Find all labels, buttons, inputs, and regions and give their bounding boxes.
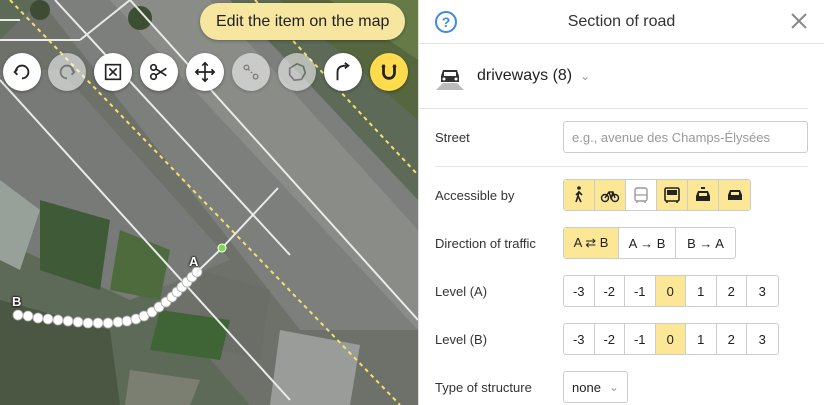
structure-select[interactable]: none ⌄ [563, 371, 628, 403]
level-a-option[interactable]: 3 [747, 276, 778, 306]
street-input[interactable]: e.g., avenue des Champs-Élysées [563, 121, 808, 153]
draw-line-button[interactable] [232, 53, 270, 91]
undo-icon [13, 64, 30, 80]
level-b-option[interactable]: -3 [564, 324, 595, 354]
magnet-button[interactable] [370, 53, 408, 91]
level-b-row: Level (B) -3 -2 -1 0 1 2 3 [435, 323, 808, 355]
direction-b-to-a[interactable]: B → A [676, 228, 735, 258]
structure-row: Type of structure none ⌄ [435, 371, 808, 403]
level-a-option[interactable]: -1 [625, 276, 656, 306]
level-a-label: Level (A) [435, 283, 488, 299]
properties-panel: ? Section of road driveways (8) ⌄ Street… [418, 0, 824, 405]
map-area[interactable]: A B Edit the item on the map [0, 0, 418, 405]
level-b-option[interactable]: 1 [686, 324, 717, 354]
direction-row: Direction of traffic A ⇄ B A → B B → A [435, 227, 808, 259]
accessible-row: Accessible by [435, 179, 808, 211]
toggle-car[interactable] [719, 180, 750, 210]
move-button[interactable] [186, 53, 224, 91]
point-b-label: B [12, 294, 22, 309]
level-b-option[interactable]: -1 [625, 324, 656, 354]
delete-button[interactable] [94, 53, 132, 91]
toggle-truck[interactable] [657, 180, 688, 210]
circle-button[interactable] [278, 53, 316, 91]
level-b-toggle-group: -3 -2 -1 0 1 2 3 [563, 323, 779, 355]
direction-a-to-b[interactable]: A → B [619, 228, 676, 258]
level-b-option[interactable]: 3 [747, 324, 778, 354]
curve-button[interactable] [324, 53, 362, 91]
draw-line-icon [243, 64, 259, 80]
divider [435, 166, 808, 167]
split-button[interactable] [140, 53, 178, 91]
bus-icon [634, 187, 648, 203]
toggle-pedestrian[interactable] [564, 180, 595, 210]
road-type-label: driveways (8) [477, 67, 573, 84]
taxi-icon [696, 187, 710, 201]
level-a-option[interactable]: -2 [594, 276, 625, 306]
pedestrian-icon [575, 186, 583, 203]
move-icon [194, 61, 216, 83]
redo-icon [59, 64, 76, 80]
truck-icon [664, 187, 680, 203]
level-b-label: Level (B) [435, 331, 488, 347]
panel-title: Section of road [567, 12, 676, 30]
level-b-option[interactable]: -2 [594, 324, 625, 354]
point-a-label: A [189, 254, 199, 269]
delete-icon [104, 63, 122, 81]
direction-label: Direction of traffic [435, 235, 536, 251]
level-a-toggle-group: -3 -2 -1 0 1 2 3 [563, 275, 779, 307]
circle-icon [288, 62, 307, 82]
redo-button[interactable] [48, 53, 86, 91]
level-a-option[interactable]: 1 [686, 276, 717, 306]
car-road-icon [436, 70, 464, 90]
undo-button[interactable] [3, 53, 41, 91]
level-a-option-selected[interactable]: 0 [655, 276, 686, 306]
street-row: Street e.g., avenue des Champs-Élysées [435, 121, 808, 153]
structure-value: none [572, 379, 601, 395]
road-endpoint [217, 243, 227, 253]
edit-hint-tooltip: Edit the item on the map [200, 3, 406, 40]
level-b-option[interactable]: 2 [716, 324, 747, 354]
close-icon[interactable] [790, 12, 808, 30]
direction-toggle-group: A ⇄ B A → B B → A [563, 227, 736, 259]
level-a-option[interactable]: -3 [564, 276, 595, 306]
street-label: Street [435, 129, 470, 145]
scissors-icon [149, 63, 167, 81]
toggle-bicycle[interactable] [595, 180, 626, 210]
accessible-label: Accessible by [435, 187, 515, 203]
chevron-down-icon: ⌄ [608, 380, 619, 394]
level-a-option[interactable]: 2 [716, 276, 747, 306]
direction-both[interactable]: A ⇄ B [564, 228, 619, 258]
curve-icon [336, 62, 350, 81]
toggle-taxi[interactable] [688, 180, 719, 210]
magnet-icon [381, 64, 397, 80]
structure-label: Type of structure [435, 379, 532, 395]
level-b-option-selected[interactable]: 0 [655, 324, 686, 354]
level-a-row: Level (A) -3 -2 -1 0 1 2 3 [435, 275, 808, 307]
bicycle-icon [600, 191, 620, 203]
toggle-bus[interactable] [626, 180, 657, 210]
help-icon[interactable]: ? [435, 11, 457, 33]
panel-header: ? Section of road [419, 0, 824, 44]
car-icon [727, 190, 742, 200]
road-type-selector[interactable]: driveways (8) ⌄ [419, 44, 808, 109]
chevron-down-icon: ⌄ [580, 69, 591, 83]
accessible-toggle-group [563, 179, 751, 211]
